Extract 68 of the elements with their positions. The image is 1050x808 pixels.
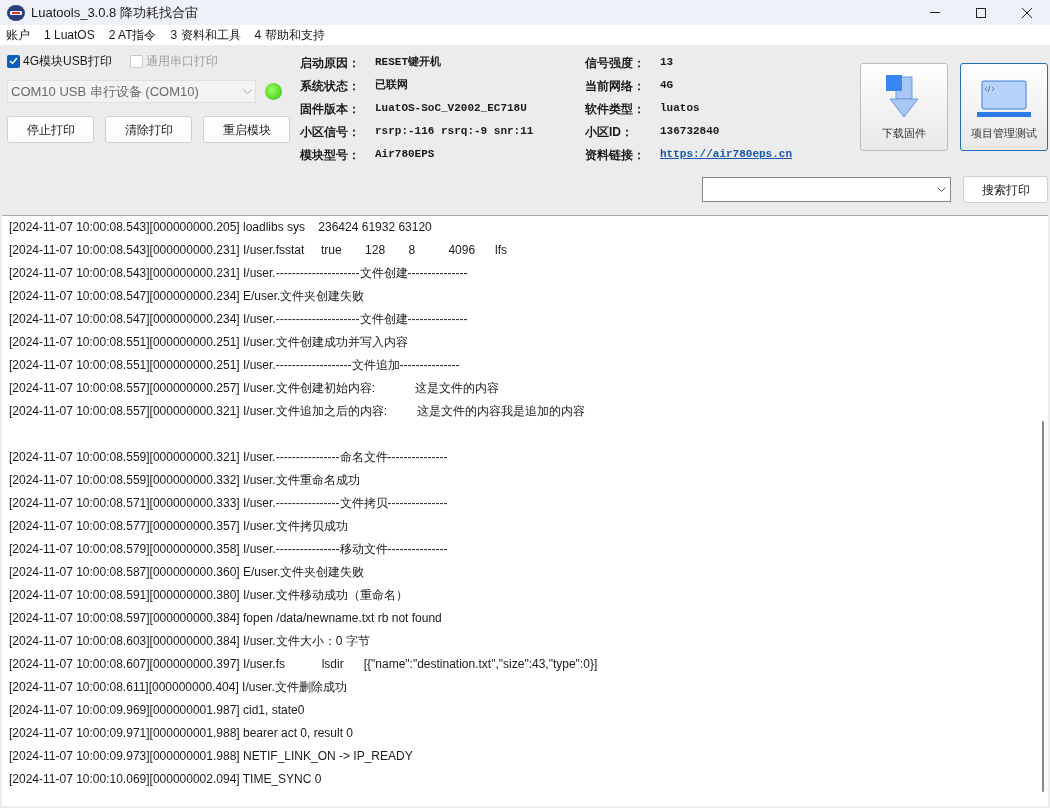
window-title: Luatools_3.0.8 降功耗找合宙 — [31, 3, 198, 22]
log-line: [2024-11-07 10:00:08.543][000000000.231] I/user.fsstat true 128 8 4096 lfs — [9, 242, 508, 259]
log-line: [2024-11-07 10:00:08.559][000000000.332] I/user.文件重命名成功 — [9, 472, 360, 489]
log-line: [2024-11-07 10:00:08.551][000000000.251] I/user.文件创建成功并写入内容 — [9, 334, 408, 351]
log-line: [2024-11-07 10:00:08.597][000000000.384] fopen /data/newname.txt rb not found — [9, 610, 442, 627]
info-label: 信号强度： — [585, 54, 646, 72]
log-line: [2024-11-07 10:00:09.973][000000001.988] NETIF_LINK_ON -> IP_READY — [9, 748, 413, 765]
log-line: [2024-11-07 10:00:08.547][000000000.234] E/user.文件夹创建失败 — [9, 288, 365, 305]
menu-item[interactable]: 1 LuatOS — [44, 26, 95, 44]
search-select[interactable] — [702, 177, 951, 202]
log-line: [2024-11-07 10:00:09.969][000000001.987] cid1, state0 — [9, 702, 305, 719]
log-line: [2024-11-07 10:00:08.543][000000000.231] I/user.---------------------文件创建--------------- — [9, 265, 468, 282]
log-line: [2024-11-07 10:00:08.559][000000000.321] I/user.----------------命名文件--------------- — [9, 449, 448, 466]
action-button[interactable]: 停止打印 — [7, 116, 94, 143]
menu-item[interactable]: 2 AT指令 — [108, 26, 157, 44]
log-line: [2024-11-07 10:00:08.547][000000000.234] I/user.---------------------文件创建--------------- — [9, 311, 468, 328]
close-icon — [1022, 7, 1032, 18]
info-label: 小区信号： — [300, 123, 361, 141]
action-button[interactable]: 清除打印 — [105, 116, 192, 143]
info-value: LuatOS-SoC_V2002_EC718U — [375, 101, 527, 117]
log-line: [2024-11-07 10:00:08.611][000000000.404] I/user.文件删除成功 — [9, 679, 347, 696]
info-label: 软件类型： — [585, 100, 646, 118]
checkbox-label: 4G模块USB打印 — [23, 53, 112, 70]
scrollbar-thumb[interactable] — [1042, 421, 1044, 792]
laptop-icon — [976, 78, 1032, 119]
menu-item[interactable]: 4 帮助和支持 — [254, 26, 325, 44]
log-line: [2024-11-07 10:00:08.557][000000000.321] I/user.文件追加之后的内容: 这是文件的内容我是追加的内容 — [9, 403, 585, 420]
search-print-button[interactable]: 搜索打印 — [963, 176, 1048, 203]
info-label: 启动原因： — [300, 54, 361, 72]
menu-item[interactable]: 3 资料和工具 — [170, 26, 241, 44]
log-line: [2024-11-07 10:00:08.591][000000000.380] I/user.文件移动成功（重命名） — [9, 587, 408, 604]
tool-button[interactable]: 项目管理测试 — [960, 63, 1048, 151]
menu-item[interactable]: 账户 — [6, 26, 30, 44]
info-value: 136732840 — [660, 124, 720, 140]
dropdown-caret-icon — [243, 89, 252, 94]
app-logo-icon — [7, 4, 25, 21]
info-value: rsrp:-116 rsrq:-9 snr:11 — [375, 124, 534, 140]
info-label: 小区ID： — [585, 123, 634, 141]
info-label: 资料链接： — [585, 146, 646, 164]
log-line: [2024-11-07 10:00:09.971][000000001.988] bearer act 0, result 0 — [9, 725, 354, 742]
checkbox-label: 通用串口打印 — [145, 53, 218, 70]
log-line: [2024-11-07 10:00:08.571][000000000.333] I/user.----------------文件拷贝--------------- — [9, 495, 448, 512]
info-label: 系统状态： — [300, 77, 361, 95]
info-value: luatos — [660, 101, 700, 117]
action-button[interactable]: 重启模块 — [203, 116, 290, 143]
maximize-icon — [976, 7, 986, 18]
log-line: [2024-11-07 10:00:08.607][000000000.397] I/user.fs lsdir [{"name":"destination.txt","size":43,"type":0}] — [9, 656, 598, 673]
checkbox[interactable] — [7, 54, 20, 68]
info-value: RESET键开机 — [375, 54, 441, 71]
info-value: Air780EPS — [375, 147, 435, 163]
log-line: [2024-11-07 10:00:08.551][000000000.251] I/user.-------------------文件追加--------------- — [9, 357, 460, 374]
tool-button[interactable]: 下载固件 — [860, 63, 948, 151]
dropdown-caret-icon — [937, 187, 946, 192]
minimize-icon — [930, 12, 940, 13]
info-label: 固件版本： — [300, 100, 361, 118]
log-line: [2024-11-07 10:00:10.069][000000002.094] TIME_SYNC 0 — [9, 771, 322, 788]
log-line: [2024-11-07 10:00:08.587][000000000.360] E/user.文件夹创建失败 — [9, 564, 365, 581]
log-line: [2024-11-07 10:00:08.577][000000000.357] I/user.文件拷贝成功 — [9, 518, 348, 535]
log-line: [2024-11-07 10:00:08.579][000000000.358] I/user.----------------移动文件--------------- — [9, 541, 448, 558]
log-line: [2024-11-07 10:00:08.557][000000000.257] I/user.文件创建初始内容: 这是文件的内容 — [9, 380, 499, 397]
log-line: [2024-11-07 10:00:08.603][000000000.384] I/user.文件大小：0 字节 — [9, 633, 370, 650]
info-value: 13 — [660, 55, 674, 71]
log-line: [2024-11-07 10:00:08.543][000000000.205] loadlibs sys 236424 61932 63120 — [9, 219, 432, 236]
info-label: 模块型号： — [300, 146, 361, 164]
info-label: 当前网络： — [585, 77, 646, 95]
info-value: 4G — [660, 78, 674, 94]
info-link[interactable]: https://air780eps.cn — [660, 146, 793, 163]
info-value: 已联网 — [375, 78, 408, 94]
